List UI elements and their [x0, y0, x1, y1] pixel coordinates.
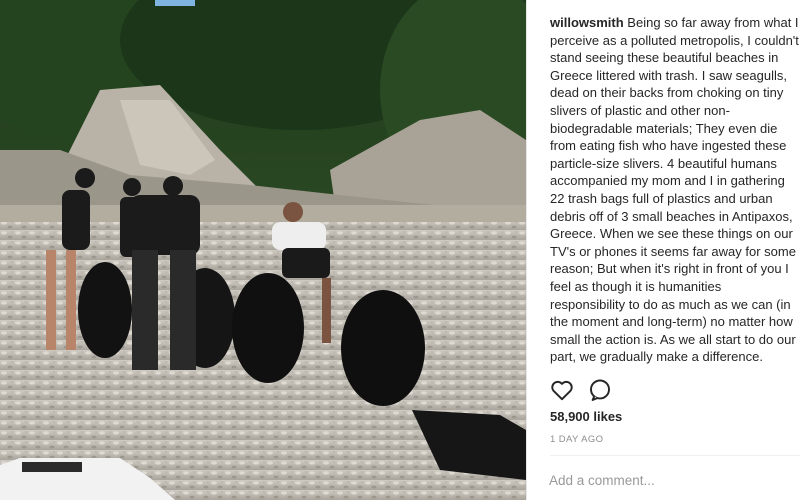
heart-icon[interactable]: [549, 377, 575, 403]
beach-cleanup-photo: [0, 0, 526, 500]
post-timestamp: 1 DAY AGO: [550, 434, 604, 445]
comment-divider: [550, 455, 800, 456]
comment-input[interactable]: [549, 470, 800, 490]
post-photo[interactable]: [0, 0, 526, 500]
username-link[interactable]: willowsmith: [550, 15, 624, 30]
post-side-panel: willowsmith Being so far away from what …: [527, 0, 800, 500]
post-caption: willowsmith Being so far away from what …: [550, 14, 800, 366]
caption-text: Being so far away from what I perceive a…: [550, 15, 799, 365]
comment-icon[interactable]: [587, 377, 613, 403]
like-count[interactable]: 58,900 likes: [550, 409, 622, 424]
